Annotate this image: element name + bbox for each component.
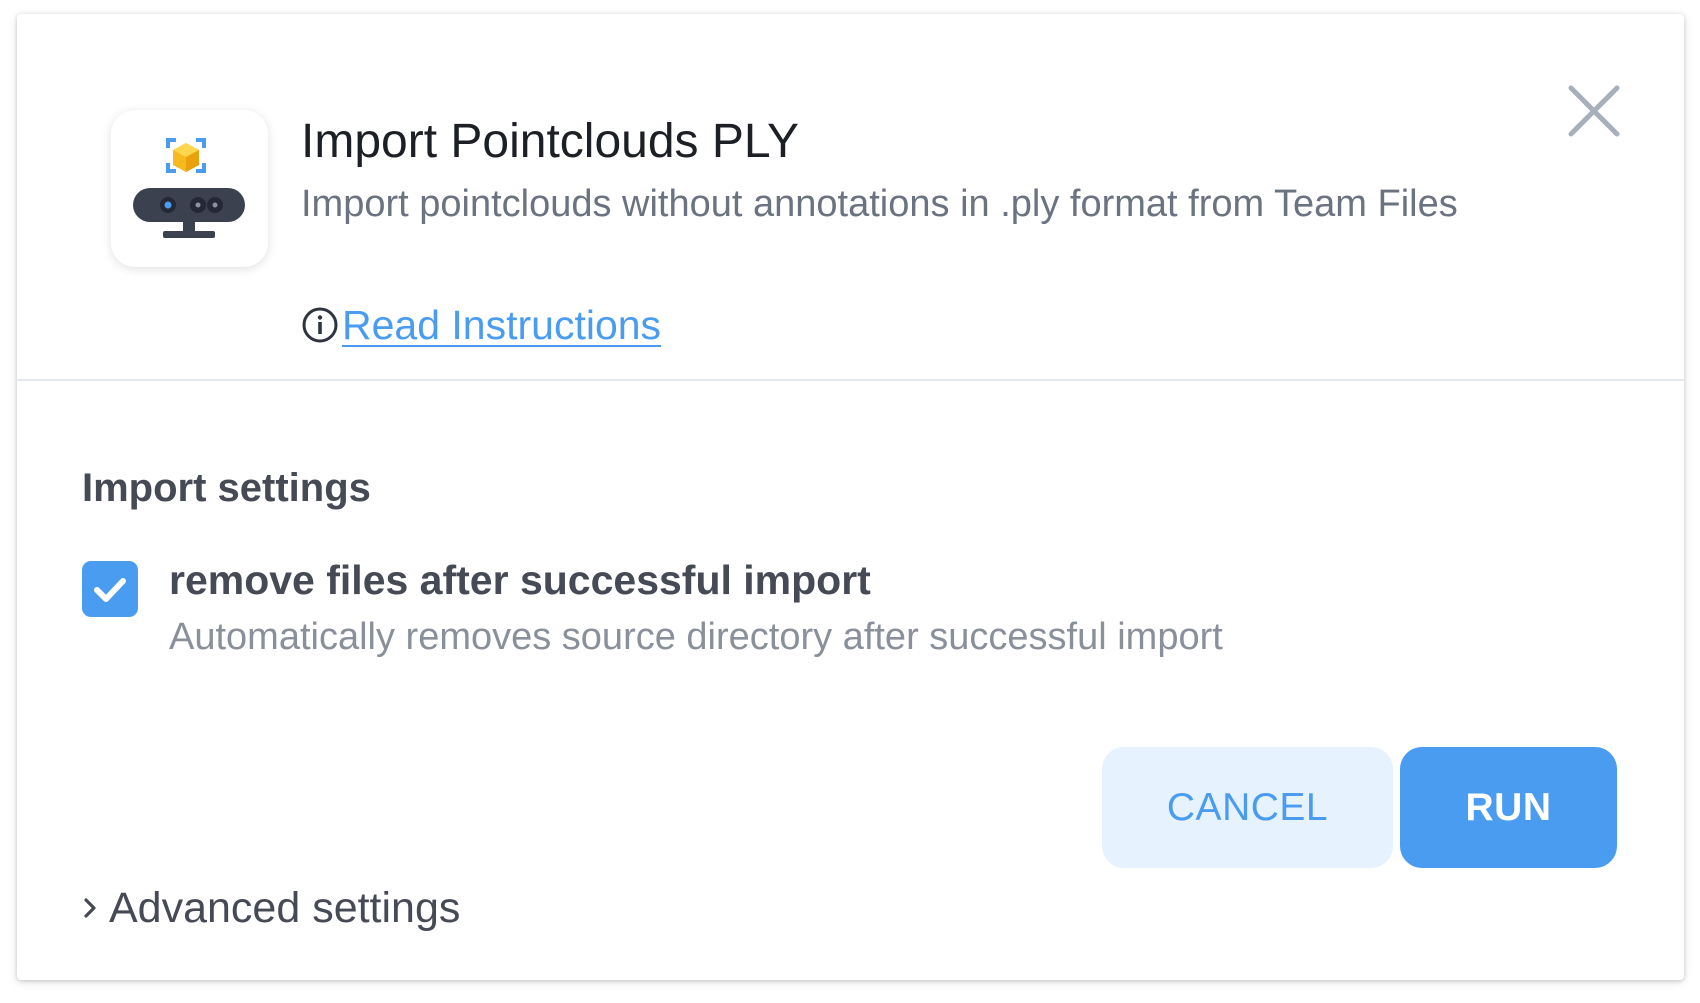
app-logo [111, 110, 268, 267]
pointcloud-camera-icon [133, 138, 245, 238]
close-button[interactable] [1563, 80, 1625, 142]
section-title: Import settings [82, 466, 371, 510]
check-icon [94, 578, 126, 602]
app-title: Import Pointclouds PLY [301, 115, 800, 168]
app-description: Import pointclouds without annotations i… [301, 183, 1458, 225]
advanced-settings-toggle[interactable]: Advanced settings [79, 880, 460, 936]
read-instructions-label[interactable]: Read Instructions [342, 300, 661, 350]
chevron-right-icon [84, 898, 96, 918]
dialog-header: Import Pointclouds PLY Import pointcloud… [17, 14, 1684, 381]
remove-files-description: Automatically removes source directory a… [169, 616, 1223, 658]
run-button[interactable]: RUN [1400, 747, 1617, 868]
info-icon [302, 307, 338, 343]
read-instructions-link[interactable]: Read Instructions [301, 300, 661, 350]
advanced-settings-label: Advanced settings [109, 884, 461, 932]
cancel-button[interactable]: CANCEL [1102, 747, 1393, 868]
import-app-dialog: Import Pointclouds PLY Import pointcloud… [17, 14, 1684, 980]
remove-files-label: remove files after successful import [169, 557, 871, 603]
remove-files-checkbox[interactable] [82, 561, 138, 617]
close-icon [1568, 85, 1620, 137]
